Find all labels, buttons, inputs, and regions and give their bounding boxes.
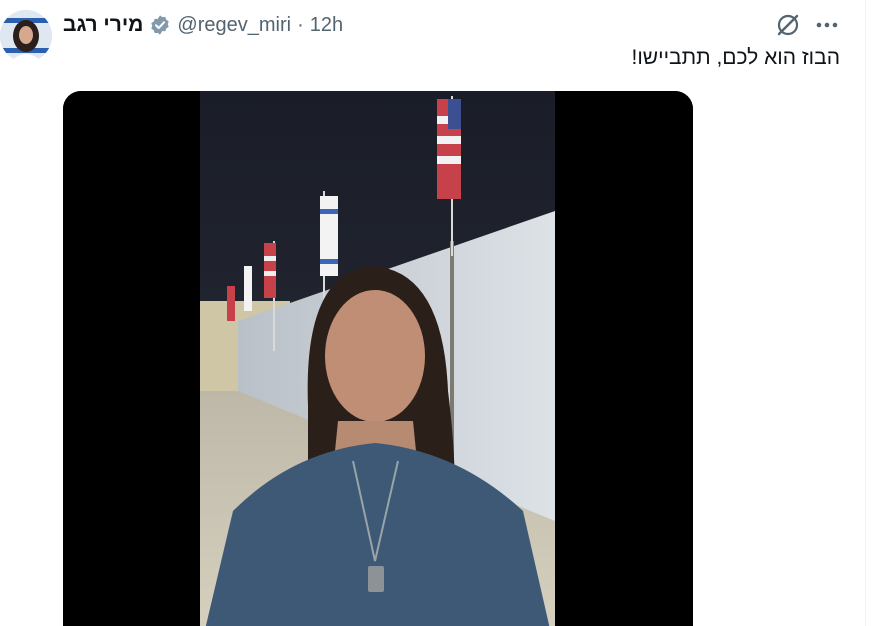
video-frame bbox=[63, 91, 693, 626]
verified-badge-icon[interactable] bbox=[149, 14, 171, 36]
tweet-card[interactable]: מירי רגב @regev_miri · 12h הבוז הוא לכם,… bbox=[0, 0, 874, 626]
avatar-image bbox=[0, 10, 52, 62]
grok-icon[interactable] bbox=[775, 12, 801, 38]
display-name[interactable]: מירי רגב bbox=[63, 13, 143, 37]
tweet-timestamp[interactable]: 12h bbox=[310, 14, 343, 37]
more-horizontal-icon[interactable] bbox=[813, 12, 841, 38]
tweet-header: מירי רגב @regev_miri · 12h bbox=[63, 12, 343, 38]
tweet-text: הבוז הוא לכם, תתביישו! bbox=[631, 46, 840, 69]
avatar[interactable] bbox=[0, 10, 52, 62]
video-player[interactable] bbox=[63, 91, 693, 626]
separator-dot: · bbox=[297, 13, 304, 36]
user-handle[interactable]: @regev_miri bbox=[177, 14, 291, 37]
column-divider bbox=[865, 0, 866, 626]
